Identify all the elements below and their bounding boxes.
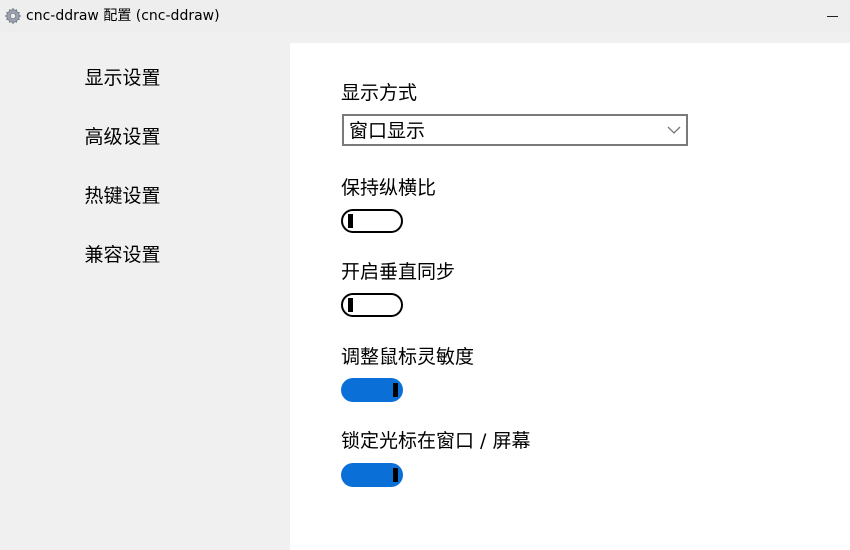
toggle-knob (348, 214, 353, 228)
display-mode-dropdown[interactable]: 窗口显示 (342, 114, 688, 146)
toggle-knob (348, 298, 353, 312)
sidebar-item-hotkey-settings[interactable]: 热键设置 (0, 184, 245, 208)
sidebar-item-advanced-settings[interactable]: 高级设置 (0, 125, 245, 149)
minimize-button[interactable] (814, 0, 850, 32)
chevron-down-icon (667, 126, 681, 134)
sidebar-item-display-settings[interactable]: 显示设置 (0, 66, 245, 90)
keep-aspect-ratio-toggle[interactable] (341, 209, 403, 233)
vsync-label: 开启垂直同步 (341, 261, 456, 283)
lock-cursor-label: 锁定光标在窗口 / 屏幕 (341, 430, 531, 452)
display-mode-label: 显示方式 (341, 82, 418, 104)
toggle-knob (393, 383, 398, 397)
window-title: cnc-ddraw 配置 (cnc-ddraw) (26, 8, 220, 24)
minimize-icon (826, 15, 838, 17)
toggle-knob (393, 468, 398, 482)
mouse-sensitivity-toggle[interactable] (341, 378, 403, 402)
settings-panel: 显示方式 窗口显示 保持纵横比 开启垂直同步 调整鼠标灵敏度 锁定光标在窗口 /… (290, 43, 850, 550)
title-bar: cnc-ddraw 配置 (cnc-ddraw) (0, 0, 850, 32)
vsync-toggle[interactable] (341, 293, 403, 317)
lock-cursor-toggle[interactable] (341, 463, 403, 487)
sidebar-item-compatibility-settings[interactable]: 兼容设置 (0, 243, 245, 267)
mouse-sensitivity-label: 调整鼠标灵敏度 (341, 346, 475, 368)
keep-aspect-ratio-label: 保持纵横比 (341, 177, 437, 199)
gear-icon (4, 7, 22, 25)
display-mode-value: 窗口显示 (349, 120, 426, 142)
sidebar: 显示设置 高级设置 热键设置 兼容设置 (0, 32, 290, 550)
